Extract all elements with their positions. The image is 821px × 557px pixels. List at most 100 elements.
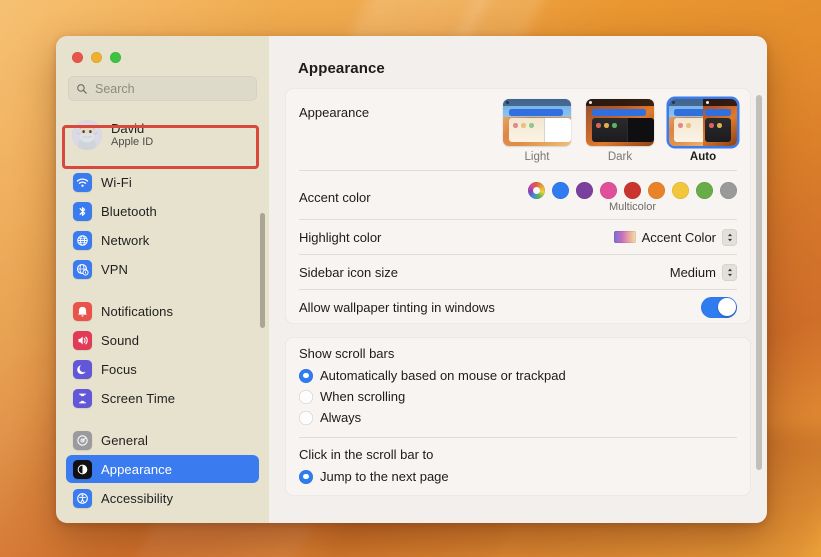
page-title: Appearance [298, 60, 385, 77]
sidebar-item-label: Screen Time [101, 390, 176, 406]
sidebar-item-accessibility[interactable]: Accessibility [66, 484, 259, 512]
search-input[interactable]: Search [68, 76, 257, 101]
appearance-mode-options: Light Dark Auto [503, 99, 737, 163]
minimize-button[interactable] [91, 52, 102, 63]
appearance-option-auto[interactable]: Auto [669, 99, 737, 163]
scroll-bars-settings-card: Show scroll bars Automatically based on … [285, 337, 751, 496]
dark-mode-thumbnail [586, 99, 654, 146]
radio-button [299, 389, 313, 404]
sidebar-item-list: Wi-Fi Bluetooth Network VPN Notification… [56, 156, 269, 512]
accent-swatch-graphite[interactable] [720, 181, 737, 199]
appearance-option-label: Auto [689, 151, 717, 163]
accent-swatch-green[interactable] [696, 181, 713, 199]
radio-button [299, 410, 313, 425]
sidebar-item-label: Accessibility [101, 490, 174, 506]
window-traffic-lights [56, 36, 269, 63]
sidebar-item-bluetooth[interactable]: Bluetooth [66, 197, 259, 225]
accent-swatch-pink[interactable] [600, 181, 617, 199]
appearance-option-label: Light [524, 151, 550, 163]
chevron-up-down-icon [722, 263, 737, 281]
sidebar-item-vpn[interactable]: VPN [66, 255, 259, 283]
highlight-color-label: Highlight color [299, 229, 382, 245]
notifications-icon [73, 301, 92, 321]
wallpaper-tinting-toggle[interactable] [701, 296, 737, 318]
appearance-settings-card: Appearance Light Dark Auto Accent color … [285, 88, 751, 324]
accent-color-row: Accent color Multicolor [299, 170, 737, 219]
sidebar-item-wi-fi[interactable]: Wi-Fi [66, 168, 259, 196]
close-button[interactable] [72, 52, 83, 63]
wifi-icon [73, 172, 92, 192]
apple-id-name: David [111, 120, 145, 136]
highlight-color-value: Accent Color [641, 229, 716, 245]
show-scroll-bars-group: Show scroll bars Automatically based on … [299, 337, 737, 437]
system-settings-window: Search David Apple ID Wi-Fi Bluetooth Ne… [56, 36, 767, 523]
sidebar-icon-size-popup[interactable]: Medium [670, 263, 737, 281]
sidebar-group-separator [66, 413, 259, 426]
sidebar-item-general[interactable]: General [66, 426, 259, 454]
scroll-bars-option-always[interactable]: Always [299, 407, 737, 428]
zoom-button[interactable] [110, 52, 121, 63]
appearance-option-label: Dark [607, 151, 633, 163]
accent-swatch-blue[interactable] [552, 181, 569, 199]
show-scroll-bars-title: Show scroll bars [299, 346, 395, 361]
radio-label: Always [320, 410, 362, 425]
avatar [72, 120, 102, 150]
general-icon [73, 430, 92, 450]
sidebar-item-focus[interactable]: Focus [66, 355, 259, 383]
accent-swatch-orange[interactable] [648, 181, 665, 199]
highlight-color-popup[interactable]: Accent Color [613, 228, 737, 246]
sidebar-item-network[interactable]: Network [66, 226, 259, 254]
sidebar-item-label: Focus [101, 361, 137, 377]
accent-color-swatches [528, 181, 737, 199]
auto-mode-thumbnail [669, 99, 737, 146]
sidebar-item-appearance[interactable]: Appearance [66, 455, 259, 483]
appearance-icon [73, 459, 92, 479]
accent-swatch-yellow[interactable] [672, 181, 689, 199]
search-placeholder: Search [95, 81, 135, 96]
sidebar-item-sound[interactable]: Sound [66, 326, 259, 354]
appearance-mode-row: Appearance Light Dark Auto [299, 88, 737, 170]
sidebar-scroll-area: David Apple ID Wi-Fi Bluetooth Network V… [56, 114, 269, 523]
toggle-knob [717, 298, 736, 316]
sidebar-item-label: Sound [101, 332, 140, 348]
main-scrollbar[interactable] [756, 95, 762, 470]
accent-swatch-purple[interactable] [576, 181, 593, 199]
scroll-bars-option-when-scrolling[interactable]: When scrolling [299, 386, 737, 407]
accent-color-label: Accent color [299, 189, 371, 205]
search-icon [77, 83, 87, 94]
highlight-color-row: Highlight color Accent Color [299, 219, 737, 254]
radio-button [299, 469, 313, 484]
appearance-option-dark[interactable]: Dark [586, 99, 654, 163]
accent-swatch-red[interactable] [624, 181, 641, 199]
sidebar-scrollbar[interactable] [260, 213, 265, 328]
accessibility-icon [73, 488, 92, 508]
click-scroll-bar-group: Click in the scroll bar to Jump to the n… [299, 437, 737, 496]
network-icon [73, 230, 92, 250]
vpn-icon [73, 259, 92, 279]
sidebar-icon-size-label: Sidebar icon size [299, 264, 398, 280]
appearance-option-light[interactable]: Light [503, 99, 571, 163]
sidebar-item-label: General [101, 432, 148, 448]
sidebar-item-label: Bluetooth [101, 203, 157, 219]
sidebar-item-label: Network [101, 232, 150, 248]
click-scroll-bar-option-jump-next-page[interactable]: Jump to the next page [299, 466, 737, 487]
sidebar-item-screen-time[interactable]: Screen Time [66, 384, 259, 412]
radio-label: When scrolling [320, 389, 406, 404]
scroll-bars-option-automatic[interactable]: Automatically based on mouse or trackpad [299, 365, 737, 386]
sound-icon [73, 330, 92, 350]
sidebar-item-label: Wi-Fi [101, 174, 132, 190]
desktop-wallpaper: Search David Apple ID Wi-Fi Bluetooth Ne… [0, 0, 821, 557]
highlight-color-swatch [613, 231, 636, 243]
sidebar-item-apple-id[interactable]: David Apple ID [66, 114, 259, 156]
bluetooth-icon [73, 201, 92, 221]
accent-selected-label: Multicolor [608, 200, 657, 213]
radio-label: Jump to the next page [320, 469, 449, 484]
apple-id-subtitle: Apple ID [111, 136, 154, 149]
sidebar-item-notifications[interactable]: Notifications [66, 297, 259, 325]
main-content-pane: Appearance Appearance Light Dark Auto Ac… [269, 36, 767, 523]
sidebar-item-label: Appearance [101, 461, 173, 477]
click-scroll-bar-title: Click in the scroll bar to [299, 447, 434, 462]
accent-swatch-multicolor[interactable] [528, 181, 545, 199]
settings-scroll-area: Appearance Light Dark Auto Accent color … [269, 88, 767, 523]
sidebar-icon-size-row: Sidebar icon size Medium [299, 254, 737, 289]
